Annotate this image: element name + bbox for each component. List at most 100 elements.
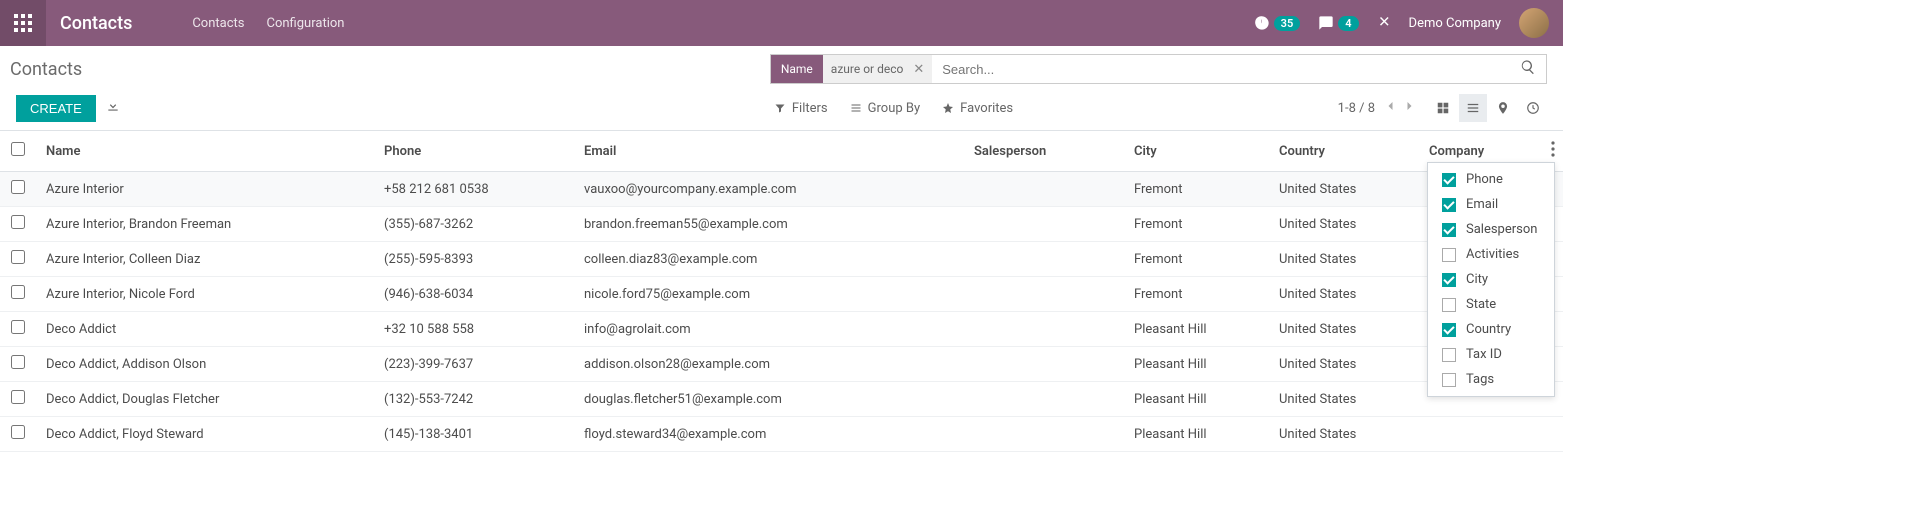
table-row[interactable]: Deco Addict, Floyd Steward(145)-138-3401… <box>0 417 1563 452</box>
cell-phone: +58 212 681 0538 <box>376 172 576 207</box>
optional-column-item[interactable]: Email <box>1428 192 1554 217</box>
activities-indicator[interactable]: 35 <box>1254 15 1301 31</box>
facet-remove-icon[interactable]: ✕ <box>911 62 932 77</box>
table-row[interactable]: Deco Addict, Addison Olson(223)-399-7637… <box>0 347 1563 382</box>
optional-column-label: Salesperson <box>1466 222 1537 237</box>
cell-email: douglas.fletcher51@example.com <box>576 382 966 417</box>
company-selector[interactable]: Demo Company <box>1409 16 1501 31</box>
activities-count: 35 <box>1274 16 1301 31</box>
app-title[interactable]: Contacts <box>46 13 152 34</box>
pager-prev[interactable] <box>1385 100 1397 116</box>
messages-indicator[interactable]: 4 <box>1318 15 1358 31</box>
cell-company <box>1421 417 1533 452</box>
cell-phone: (255)-595-8393 <box>376 242 576 277</box>
cell-country: United States <box>1271 242 1421 277</box>
cell-country: United States <box>1271 172 1421 207</box>
facet-label: Name <box>771 55 823 83</box>
table-row[interactable]: Deco Addict+32 10 588 558info@agrolait.c… <box>0 312 1563 347</box>
create-button[interactable]: CREATE <box>16 95 96 122</box>
checkbox-icon <box>1442 373 1456 387</box>
table-row[interactable]: Azure Interior+58 212 681 0538vauxoo@you… <box>0 172 1563 207</box>
cell-name: Azure Interior, Nicole Ford <box>36 277 376 312</box>
view-map-icon[interactable] <box>1489 94 1517 122</box>
view-activity-icon[interactable] <box>1519 94 1547 122</box>
cell-city: Pleasant Hill <box>1126 382 1271 417</box>
apps-icon[interactable] <box>0 0 46 46</box>
favorites-dropdown[interactable]: Favorites <box>942 101 1013 116</box>
table-row[interactable]: Azure Interior, Brandon Freeman(355)-687… <box>0 207 1563 242</box>
cell-phone: (132)-553-7242 <box>376 382 576 417</box>
view-list-icon[interactable] <box>1459 94 1487 122</box>
column-header-email[interactable]: Email <box>576 131 966 172</box>
checkbox-icon <box>1442 273 1456 287</box>
cell-phone: (223)-399-7637 <box>376 347 576 382</box>
optional-column-label: Phone <box>1466 172 1503 187</box>
search-icon[interactable] <box>1510 59 1546 79</box>
table-row[interactable]: Deco Addict, Douglas Fletcher(132)-553-7… <box>0 382 1563 417</box>
cell-country: United States <box>1271 277 1421 312</box>
optional-column-item[interactable]: Activities <box>1428 242 1554 267</box>
pager-value[interactable]: 1-8 / 8 <box>1338 101 1375 116</box>
cell-phone: (946)-638-6034 <box>376 277 576 312</box>
cell-country: United States <box>1271 312 1421 347</box>
cell-salesperson <box>966 347 1126 382</box>
import-button[interactable] <box>106 99 120 117</box>
cell-email: vauxoo@yourcompany.example.com <box>576 172 966 207</box>
column-header-salesperson[interactable]: Salesperson <box>966 131 1126 172</box>
row-checkbox[interactable] <box>11 320 25 334</box>
control-panel: Contacts Name azure or deco ✕ CREATE <box>0 46 1563 130</box>
cell-name: Azure Interior, Colleen Diaz <box>36 242 376 277</box>
groupby-dropdown[interactable]: Group By <box>850 101 921 116</box>
cell-email: info@agrolait.com <box>576 312 966 347</box>
cell-city: Fremont <box>1126 172 1271 207</box>
messages-count: 4 <box>1338 16 1358 31</box>
search-facet-name: Name azure or deco ✕ <box>771 55 932 83</box>
select-all-checkbox[interactable] <box>11 142 25 156</box>
row-checkbox[interactable] <box>11 390 25 404</box>
row-checkbox[interactable] <box>11 285 25 299</box>
cell-name: Deco Addict <box>36 312 376 347</box>
row-checkbox[interactable] <box>11 355 25 369</box>
optional-column-item[interactable]: Tax ID <box>1428 342 1554 367</box>
column-header-city[interactable]: City <box>1126 131 1271 172</box>
filters-dropdown[interactable]: Filters <box>774 101 828 116</box>
facet-value: azure or deco <box>823 62 912 76</box>
search-box[interactable]: Name azure or deco ✕ <box>770 54 1547 84</box>
row-checkbox[interactable] <box>11 250 25 264</box>
table-row[interactable]: Azure Interior, Colleen Diaz(255)-595-83… <box>0 242 1563 277</box>
optional-column-item[interactable]: State <box>1428 292 1554 317</box>
row-checkbox[interactable] <box>11 425 25 439</box>
optional-column-label: Tags <box>1466 372 1494 387</box>
cell-salesperson <box>966 382 1126 417</box>
search-input[interactable] <box>932 62 1510 77</box>
pager-next[interactable] <box>1403 100 1415 116</box>
optional-column-item[interactable]: Phone <box>1428 167 1554 192</box>
table-row[interactable]: Azure Interior, Nicole Ford(946)-638-603… <box>0 277 1563 312</box>
optional-column-item[interactable]: Salesperson <box>1428 217 1554 242</box>
cell-email: addison.olson28@example.com <box>576 347 966 382</box>
debug-close-icon[interactable] <box>1377 14 1391 32</box>
cell-email: nicole.ford75@example.com <box>576 277 966 312</box>
cell-salesperson <box>966 417 1126 452</box>
row-checkbox[interactable] <box>11 215 25 229</box>
nav-link-contacts[interactable]: Contacts <box>192 16 244 31</box>
view-kanban-icon[interactable] <box>1429 94 1457 122</box>
row-checkbox[interactable] <box>11 180 25 194</box>
cell-city: Fremont <box>1126 242 1271 277</box>
optional-column-item[interactable]: City <box>1428 267 1554 292</box>
column-header-country[interactable]: Country <box>1271 131 1421 172</box>
column-header-phone[interactable]: Phone <box>376 131 576 172</box>
column-header-name[interactable]: Name <box>36 131 376 172</box>
checkbox-icon <box>1442 298 1456 312</box>
optional-column-item[interactable]: Tags <box>1428 367 1554 392</box>
cell-phone: +32 10 588 558 <box>376 312 576 347</box>
cell-email: floyd.steward34@example.com <box>576 417 966 452</box>
list-view: Name Phone Email Salesperson City Countr… <box>0 130 1563 452</box>
cell-country: United States <box>1271 207 1421 242</box>
user-avatar[interactable] <box>1519 8 1549 38</box>
cell-city: Pleasant Hill <box>1126 417 1271 452</box>
optional-column-item[interactable]: Country <box>1428 317 1554 342</box>
nav-link-configuration[interactable]: Configuration <box>267 16 345 31</box>
favorites-label: Favorites <box>960 101 1013 116</box>
cell-city: Fremont <box>1126 277 1271 312</box>
